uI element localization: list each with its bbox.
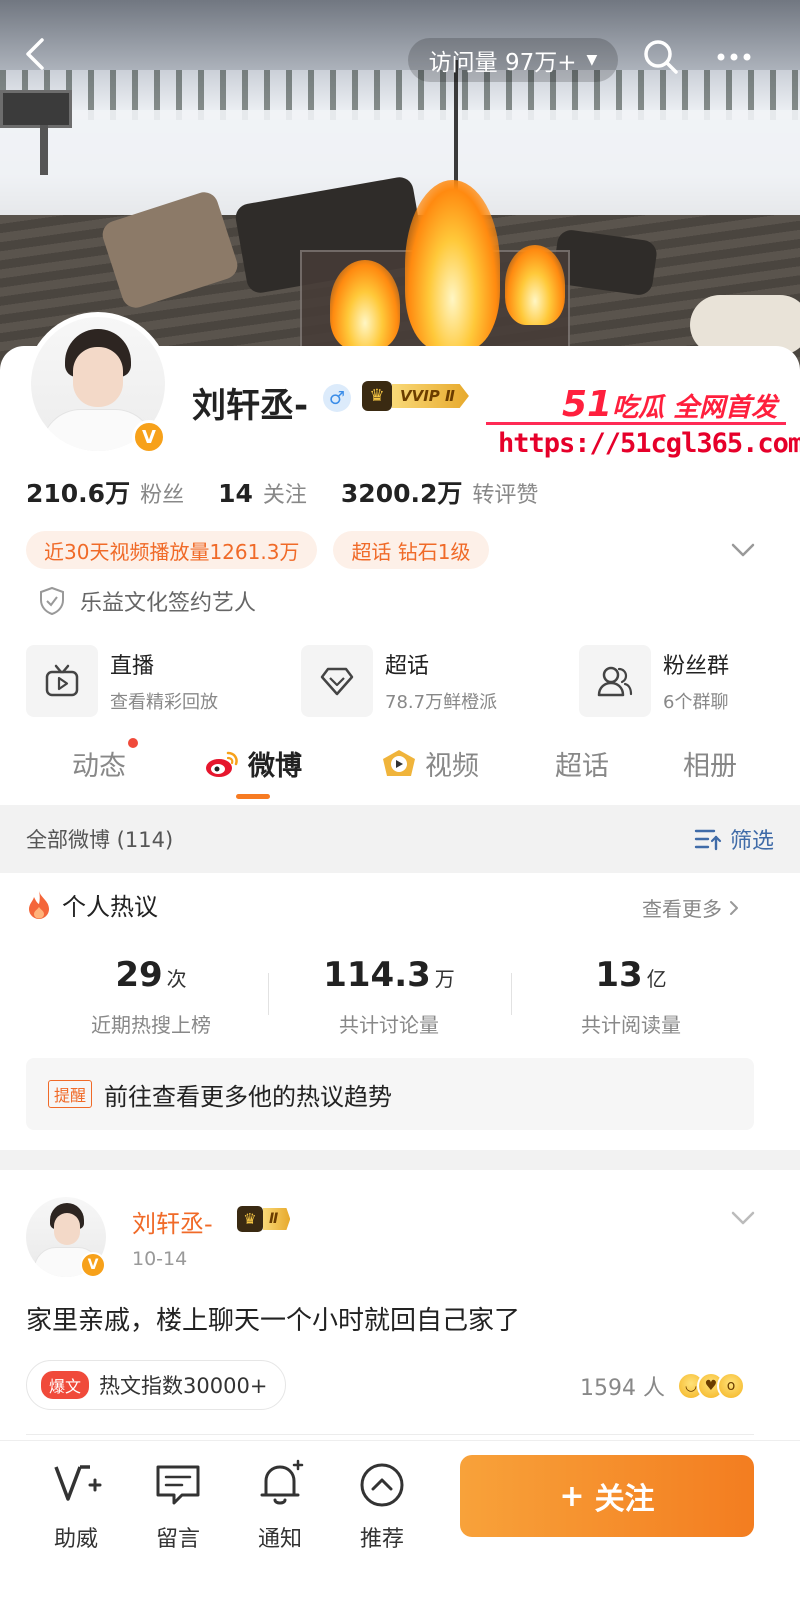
caret-down-icon: ▼ bbox=[586, 52, 598, 68]
feature-live-sub: 查看精彩回放 bbox=[110, 692, 218, 713]
hot-topics-title: 个人热议 bbox=[26, 887, 158, 922]
signed-artist-info: 乐益文化签约艺人 bbox=[38, 585, 256, 617]
post-vip-badge[interactable]: ♛ Ⅱ bbox=[237, 1206, 291, 1232]
tv-icon bbox=[26, 645, 98, 717]
feature-live[interactable]: 直播 查看精彩回放 bbox=[26, 645, 218, 717]
video-views-tag[interactable]: 近30天视频播放量1261.3万 bbox=[26, 531, 318, 569]
feature-fan-group-sub: 6个群聊 bbox=[663, 692, 729, 713]
tab-album[interactable]: 相册 bbox=[683, 744, 737, 783]
feature-row: 直播 查看精彩回放 超话 78.7万鲜橙派 粉丝群 6个群聊 bbox=[26, 645, 776, 717]
diamond-icon bbox=[301, 645, 373, 717]
feature-fan-group-title: 粉丝群 bbox=[663, 654, 730, 679]
cheer-button[interactable]: 助威 bbox=[26, 1459, 126, 1553]
stat-following[interactable]: 14 关注 bbox=[218, 477, 307, 509]
signed-label: 乐益文化签约艺人 bbox=[80, 591, 257, 616]
feature-fan-group[interactable]: 粉丝群 6个群聊 bbox=[579, 645, 729, 717]
more-icon[interactable] bbox=[706, 36, 762, 78]
bell-icon bbox=[260, 1459, 304, 1505]
hot-trend-reminder[interactable]: 提醒 前往查看更多他的热议趋势 bbox=[26, 1058, 754, 1130]
reaction-count: 1594 人 bbox=[580, 1376, 665, 1401]
remind-text: 前往查看更多他的热议趋势 bbox=[104, 1082, 393, 1111]
chevron-right-icon bbox=[730, 900, 738, 915]
recommend-button[interactable]: 推荐 bbox=[332, 1459, 432, 1553]
section-divider bbox=[0, 1150, 800, 1170]
tab-supertopic[interactable]: 超话 bbox=[555, 744, 609, 783]
watermark-url: https://51cgl365.com bbox=[498, 428, 800, 459]
metric-hot-search[interactable]: 29 次 近期热搜上榜 bbox=[26, 955, 276, 1038]
active-tab-indicator bbox=[236, 794, 270, 799]
metric-discussions[interactable]: 114.3 万 共计讨论量 bbox=[264, 955, 514, 1038]
post-vip-label: Ⅱ bbox=[263, 1208, 291, 1230]
follow-button[interactable]: + 关注 bbox=[460, 1455, 754, 1537]
hot-article-badge: 爆文 bbox=[41, 1371, 90, 1399]
tab-video[interactable]: 视频 bbox=[381, 744, 479, 783]
feature-supertopic-title: 超话 bbox=[385, 654, 430, 679]
vvip-label: VVIP Ⅱ bbox=[392, 384, 469, 408]
stat-followers[interactable]: 210.6万 粉丝 bbox=[26, 474, 184, 510]
comment-icon bbox=[156, 1465, 200, 1505]
post-text[interactable]: 家里亲戚，楼上聊天一个小时就回自己家了 bbox=[26, 1300, 520, 1337]
profile-name: 刘轩丞- bbox=[192, 386, 309, 426]
post-verified-icon: V bbox=[80, 1252, 106, 1278]
crown-icon: ♛ bbox=[237, 1206, 263, 1232]
search-icon[interactable] bbox=[640, 36, 682, 78]
post-menu-chevron-icon[interactable] bbox=[730, 1208, 756, 1228]
shield-icon bbox=[40, 586, 64, 616]
follow-label: 关注 bbox=[594, 1482, 655, 1517]
filter-button[interactable]: 筛选 bbox=[694, 823, 774, 855]
comment-button[interactable]: 留言 bbox=[128, 1459, 228, 1553]
weibo-logo-icon bbox=[206, 751, 238, 777]
surprise-emoji-icon: o bbox=[716, 1372, 745, 1400]
bottom-action-bar: 助威 留言 通知 推荐 + 关注 bbox=[0, 1440, 800, 1608]
visit-count-label: 访问量 97万+ bbox=[428, 50, 577, 76]
filter-icon bbox=[694, 829, 722, 851]
male-icon: ♂ bbox=[323, 384, 351, 412]
crown-icon: ♛ bbox=[362, 381, 392, 411]
recommend-icon bbox=[360, 1463, 404, 1507]
reaction-emojis: ◡ ♥ o bbox=[676, 1372, 745, 1400]
filter-bar: 全部微博 (114) 筛选 bbox=[0, 805, 800, 873]
feature-supertopic-sub: 78.7万鲜橙派 bbox=[385, 692, 498, 713]
video-tab-icon bbox=[383, 749, 415, 776]
reactions[interactable]: 1594 人 ◡ ♥ o bbox=[580, 1370, 745, 1402]
profile-tags: 近30天视频播放量1261.3万 超话 钻石1级 bbox=[26, 531, 489, 569]
notification-dot bbox=[128, 738, 138, 748]
cheer-icon bbox=[54, 1465, 102, 1501]
remind-badge: 提醒 bbox=[48, 1080, 93, 1108]
hot-article-index[interactable]: 爆文 热文指数30000+ bbox=[26, 1360, 287, 1410]
watermark: 51吃瓜 全网首发 https://51cgl365.com bbox=[486, 384, 800, 474]
visit-count-button[interactable]: 访问量 97万+ ▼ bbox=[408, 38, 618, 82]
notify-button[interactable]: 通知 bbox=[230, 1459, 330, 1553]
feature-live-title: 直播 bbox=[110, 654, 155, 679]
back-icon[interactable] bbox=[18, 36, 54, 72]
post-author-name[interactable]: 刘轩丞- bbox=[132, 1204, 213, 1239]
watermark-title: 51吃瓜 全网首发 bbox=[562, 384, 778, 425]
vvip-badge[interactable]: ♛ VVIP Ⅱ bbox=[362, 381, 469, 411]
stat-interactions[interactable]: 3200.2万 转评赞 bbox=[341, 474, 539, 510]
hot-metrics: 29 次 近期热搜上榜 114.3 万 共计讨论量 13 亿 共计阅读量 bbox=[26, 955, 776, 1045]
metric-reads[interactable]: 13 亿 共计阅读量 bbox=[506, 955, 756, 1038]
chevron-down-icon[interactable] bbox=[730, 540, 756, 560]
tab-weibo[interactable]: 微博 bbox=[204, 744, 302, 783]
verified-icon: V bbox=[132, 420, 166, 454]
profile-tabs: 动态 微博 视频 超话 相册 bbox=[0, 730, 800, 802]
hot-index-text: 热文指数30000+ bbox=[99, 1374, 268, 1398]
fire-icon bbox=[29, 890, 49, 919]
profile-stats: 210.6万 粉丝 14 关注 3200.2万 转评赞 bbox=[26, 474, 572, 510]
view-more-link[interactable]: 查看更多 bbox=[642, 893, 740, 922]
group-icon bbox=[579, 645, 651, 717]
tab-feed[interactable]: 动态 bbox=[72, 744, 126, 783]
post-date: 10-14 bbox=[132, 1248, 188, 1270]
supertopic-level-tag[interactable]: 超话 钻石1级 bbox=[333, 531, 489, 569]
all-posts-count: 全部微博 (114) bbox=[26, 828, 174, 852]
feature-supertopic[interactable]: 超话 78.7万鲜橙派 bbox=[301, 645, 497, 717]
plus-icon: + bbox=[559, 1478, 585, 1514]
